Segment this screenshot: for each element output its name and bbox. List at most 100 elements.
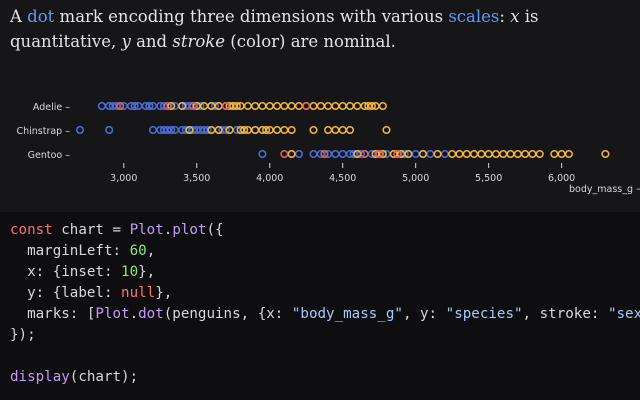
code-token: "body_mass_g" xyxy=(291,306,403,322)
dot-chinstrap-male xyxy=(345,125,355,135)
stroke-term: stroke xyxy=(172,32,226,51)
dot-chinstrap-male xyxy=(331,125,340,135)
dot-gentoo-male xyxy=(601,149,610,159)
code-token: y: {label: xyxy=(10,285,122,301)
intro-text-2: mark encoding three dimensions with vari… xyxy=(54,7,449,26)
dot-adelie-male xyxy=(258,101,267,111)
dot-link[interactable]: dot xyxy=(27,7,54,26)
dot-adelie-male xyxy=(251,101,260,111)
code-token: ({ xyxy=(206,222,224,238)
dot-gentoo-male xyxy=(455,149,464,159)
x-tick-label: 5,500 xyxy=(475,173,502,184)
intro-text-3: : xyxy=(499,7,511,26)
intro-text-1: A xyxy=(10,7,28,26)
y-tick-label-adelie: Adelie – xyxy=(33,102,70,113)
dot-adelie-male xyxy=(294,101,303,111)
code-line: marginLeft: 60, xyxy=(0,241,640,262)
dot-gentoo-male xyxy=(433,149,442,159)
dot-chinstrap-male xyxy=(324,125,333,135)
dot-chinstrap-male xyxy=(280,125,289,135)
code-line: }); xyxy=(0,325,640,346)
dot-gentoo-male xyxy=(513,149,522,159)
dot-gentoo-male xyxy=(470,149,479,159)
code-line: y: {label: null}, xyxy=(0,283,640,304)
code-token: plot xyxy=(172,222,207,238)
code-line: display(chart); xyxy=(0,367,640,388)
dot-gentoo-male xyxy=(521,149,530,159)
dot-gentoo-male xyxy=(462,149,471,159)
dot-chinstrap-male xyxy=(287,125,296,135)
intro-text-6: (color) are nominal. xyxy=(225,32,396,51)
dot-gentoo-male xyxy=(550,149,559,159)
code-token: }, xyxy=(138,264,156,280)
dot-gentoo-male xyxy=(287,149,296,159)
intro-text-5: and xyxy=(130,32,173,51)
dot-gentoo-female xyxy=(294,149,303,159)
dot-gentoo-male xyxy=(506,149,515,159)
dot-adelie-female xyxy=(97,101,106,111)
dot-adelie-male xyxy=(338,101,347,111)
code-line: marks: [Plot.dot(penguins, {x: "body_mas… xyxy=(0,304,640,325)
dot-chinstrap-male xyxy=(382,125,391,135)
code-token: display xyxy=(10,369,70,385)
dot-gentoo-male xyxy=(535,149,544,159)
y-tick-label-chinstrap: Chinstrap – xyxy=(16,126,70,137)
dot-chinstrap-female xyxy=(148,125,158,135)
dot-adelie-male xyxy=(331,101,340,111)
x-tick-label: 3,000 xyxy=(110,173,137,184)
code-token: (penguins, {x: xyxy=(163,306,292,322)
dot-gentoo-male xyxy=(499,149,508,159)
code-token: , y: xyxy=(402,306,446,322)
y-tick-label-gentoo: Gentoo – xyxy=(28,150,71,161)
dot-adelie-male xyxy=(272,101,282,111)
dot-gentoo-female xyxy=(440,149,449,159)
dot-gentoo-male xyxy=(477,149,486,159)
scales-link[interactable]: scales xyxy=(448,7,499,26)
dot-gentoo-male xyxy=(564,149,573,159)
dot-gentoo-male xyxy=(557,149,566,159)
dot-gentoo-male xyxy=(528,149,537,159)
code-token: 10 xyxy=(121,264,139,280)
dot-chinstrap-female xyxy=(105,125,114,135)
dot-gentoo-missing xyxy=(280,149,289,159)
code-token: "sex" xyxy=(607,306,640,322)
code-token: }); xyxy=(10,327,36,343)
dot-adelie-male xyxy=(316,101,325,111)
x-tick-label: 4,500 xyxy=(329,173,356,184)
dot-adelie-male xyxy=(287,101,296,111)
dot-adelie-male xyxy=(378,101,387,111)
dot-adelie-male xyxy=(353,101,362,111)
code-token: . xyxy=(129,306,139,322)
dot-chinstrap-male xyxy=(338,125,347,135)
dot-adelie-male xyxy=(265,101,274,111)
dot-chinstrap-male xyxy=(272,125,282,135)
code-token: marks: [ xyxy=(10,306,96,322)
code-cell[interactable]: const chart = Plot.plot({ marginLeft: 60… xyxy=(0,212,640,400)
code-token: Plot xyxy=(129,222,164,238)
code-line: x: {inset: 10}, xyxy=(0,262,640,283)
x-tick-label: 4,000 xyxy=(256,173,283,184)
code-token: , stroke: xyxy=(522,306,608,322)
dot-adelie-male xyxy=(324,101,333,111)
dot-chinstrap-male xyxy=(309,125,318,135)
intro-paragraph: A dot mark encoding three dimensions wit… xyxy=(10,4,635,54)
dot-adelie-male xyxy=(280,101,289,111)
code-token: }, xyxy=(155,285,173,301)
x-tick-label: 5,000 xyxy=(402,173,429,184)
code-token: 60 xyxy=(129,243,147,259)
dot-adelie-male xyxy=(243,101,252,111)
dot-gentoo-female xyxy=(338,149,347,159)
x-tick-label: 6,000 xyxy=(548,173,575,184)
code-token: marginLeft: xyxy=(10,243,130,259)
code-token: Plot xyxy=(95,306,130,322)
y-term: y xyxy=(121,32,131,51)
x-axis-label: body_mass_g → xyxy=(569,184,640,195)
dot-adelie-male xyxy=(345,101,355,111)
dot-chinstrap-female xyxy=(75,125,85,135)
dot-gentoo-male xyxy=(448,149,457,159)
x-term: x xyxy=(510,7,520,26)
dot-chinstrap-male xyxy=(251,125,260,135)
dot-gentoo-female xyxy=(331,149,340,159)
dot-adelie-male xyxy=(309,101,318,111)
